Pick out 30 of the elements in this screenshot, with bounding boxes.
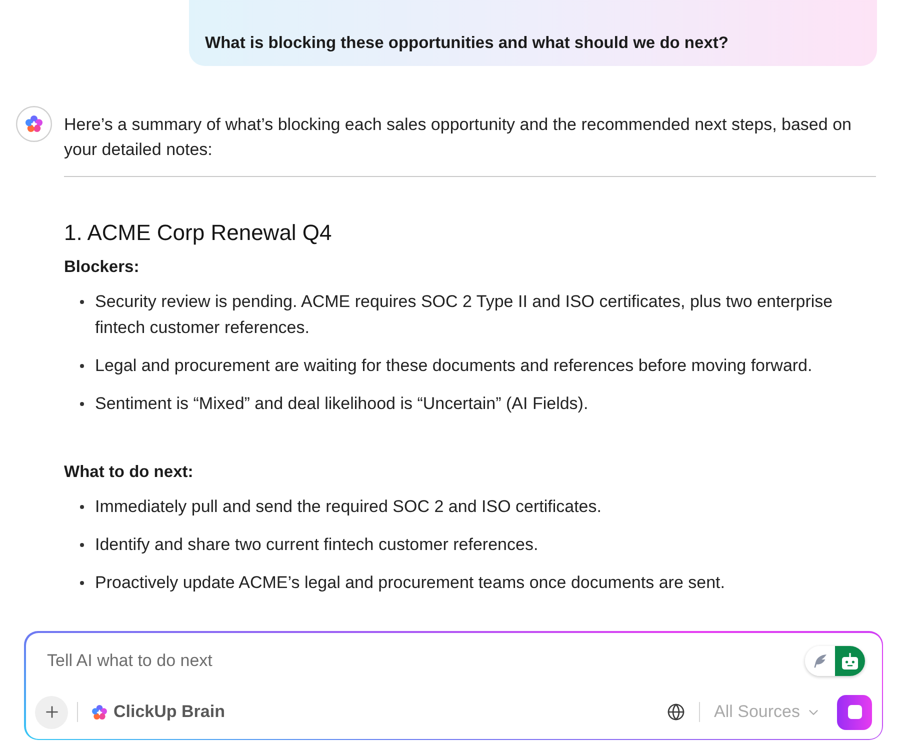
square-icon bbox=[848, 705, 862, 719]
list-item-text: Security review is pending. ACME requires SOC 2 Type II and ISO certificates, plus two enterprise fintech customer references. bbox=[95, 291, 834, 339]
message-input[interactable]: Tell AI what to do next bbox=[47, 649, 805, 673]
group-label: What to do next: bbox=[64, 462, 194, 483]
bullet-icon bbox=[80, 402, 84, 406]
feather-mode-button[interactable] bbox=[805, 646, 835, 676]
assistant-intro-text: Here’s a summary of what’s blocking each sales opportunity and the recommended next steps, based on your detailed notes: bbox=[64, 114, 852, 161]
group-label: Blockers: bbox=[64, 257, 140, 278]
user-message-bubble: What is blocking these opportunities and what should we do next? bbox=[189, 0, 877, 66]
section-heading: 1. ACME Corp Renewal Q4 bbox=[64, 219, 333, 247]
bullet-icon bbox=[80, 300, 84, 304]
bullet-icon bbox=[80, 543, 84, 547]
robot-icon bbox=[841, 652, 859, 670]
send-button[interactable] bbox=[837, 694, 872, 730]
robot-mode-button[interactable] bbox=[835, 646, 865, 676]
bullet-icon bbox=[80, 581, 84, 585]
bullet-icon bbox=[80, 364, 84, 368]
add-button[interactable] bbox=[35, 696, 68, 728]
globe-icon bbox=[667, 703, 686, 721]
assistant-picker-button[interactable]: ClickUp Brain bbox=[92, 702, 225, 722]
list-item-text: Legal and procurement are waiting for these documents and references before moving forward. bbox=[95, 355, 812, 377]
flower-logo-icon bbox=[92, 704, 106, 720]
flower-avatar-icon bbox=[16, 106, 52, 142]
list-item-text: Identify and share two current fintech customer references. bbox=[95, 534, 538, 556]
feather-icon bbox=[812, 653, 828, 669]
list-item-text: Proactively update ACME’s legal and procurement teams once documents are sent. bbox=[95, 572, 725, 594]
list-item-text: Immediately pull and send the required SOC 2 and ISO certificates. bbox=[95, 496, 602, 518]
bullet-icon bbox=[80, 505, 84, 509]
list-item-text: Sentiment is “Mixed” and deal likelihood is “Uncertain” (AI Fields). bbox=[95, 393, 588, 415]
web-search-button[interactable] bbox=[667, 703, 686, 721]
